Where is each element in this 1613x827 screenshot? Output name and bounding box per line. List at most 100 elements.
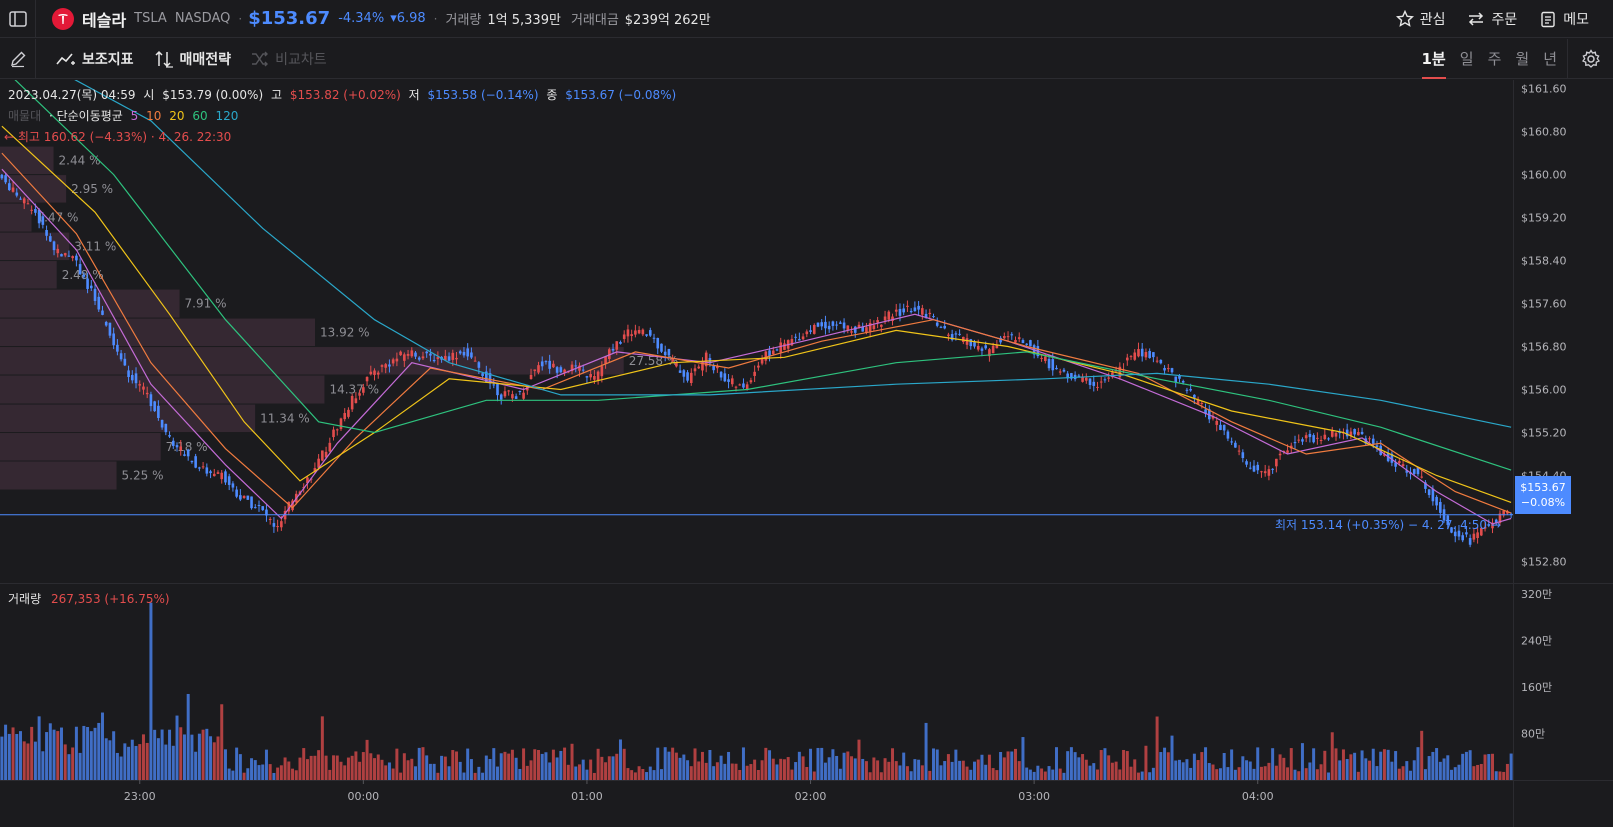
period-month[interactable]: 월 — [1515, 39, 1529, 79]
period-day[interactable]: 일 — [1460, 39, 1474, 79]
volume-bar — [235, 747, 239, 780]
candle-body — [335, 429, 339, 431]
candle-body — [1133, 352, 1137, 360]
volume-bar — [1095, 769, 1099, 780]
moving-average-legend[interactable]: 매물대 · 단순이동평균 5 10 20 60 120 — [8, 107, 242, 124]
candle-body — [678, 370, 682, 373]
candle-body — [1003, 335, 1006, 339]
order-button[interactable]: 주문 — [1467, 9, 1517, 29]
candle-body — [872, 325, 876, 330]
volume-bar — [86, 727, 90, 780]
candle-body — [887, 311, 891, 320]
volume-bar — [984, 764, 988, 780]
volume-bar — [727, 751, 731, 780]
candle-body — [507, 390, 510, 392]
candle-body — [1234, 442, 1237, 448]
volume-bar — [481, 772, 485, 780]
candle-body — [119, 353, 123, 360]
memo-button[interactable]: 메모 — [1539, 9, 1589, 29]
ma-title: · 단순이동평균 — [48, 109, 123, 123]
candle-body — [842, 322, 846, 329]
volume-bar — [410, 758, 414, 780]
price-chart[interactable]: 2.44 %2.95 %1.47 %3.11 %2.48 %7.91 %13.9… — [0, 80, 1613, 827]
volume-bar — [346, 757, 350, 780]
candle-body — [1327, 438, 1330, 440]
volume-bar — [108, 740, 112, 780]
candle-body — [1252, 465, 1256, 472]
candle-body — [250, 496, 253, 509]
volume-bar — [1163, 747, 1167, 780]
volume-profile-bar — [0, 232, 70, 261]
volume-bar — [745, 765, 749, 780]
volume-bar — [223, 749, 227, 780]
candle-body — [917, 305, 920, 310]
candle-body — [630, 334, 633, 336]
candle-body — [559, 367, 563, 373]
volume-bar — [544, 752, 548, 780]
volume-bar — [577, 764, 581, 780]
candle-body — [749, 380, 753, 383]
candle-body — [1330, 430, 1334, 437]
volume-bar — [179, 727, 183, 780]
volume-bar — [1051, 769, 1055, 780]
candle-body — [362, 387, 365, 393]
volume-bar — [1092, 763, 1096, 780]
candle-body — [388, 364, 391, 367]
drawing-tool-button[interactable] — [0, 38, 36, 79]
strategy-button[interactable]: 매매전략 — [154, 49, 231, 69]
candle-body — [164, 423, 168, 433]
volume-bar — [1282, 757, 1286, 780]
amount-label: 거래대금 — [570, 13, 619, 28]
volume-bar — [712, 766, 716, 780]
volume-bar — [1304, 768, 1308, 780]
low-value: $153.58 (−0.14%) — [427, 88, 539, 102]
volume-bar — [1319, 764, 1323, 780]
candle-body — [809, 330, 812, 332]
volume-bar — [212, 742, 216, 780]
candle-body — [645, 334, 648, 336]
sidebar-icon — [8, 10, 27, 27]
volume-bar — [723, 763, 727, 780]
period-1min[interactable]: 1분 — [1421, 39, 1447, 79]
volume-bar — [671, 747, 675, 780]
volume-profile-label: 13.92 % — [320, 325, 370, 339]
volume-profile-bar — [0, 433, 161, 461]
candle-body — [667, 348, 671, 356]
candle-body — [827, 325, 831, 330]
volume-bar — [302, 748, 306, 780]
candle-body — [660, 343, 663, 352]
candle-body — [1155, 360, 1159, 362]
volume-bar — [1498, 771, 1502, 780]
sidebar-toggle-button[interactable] — [0, 0, 36, 38]
candle-body — [965, 338, 969, 345]
stock-name[interactable]: 테슬라 — [82, 7, 126, 31]
volume-bar — [1308, 762, 1312, 780]
volume-bar — [1189, 767, 1193, 780]
volume-bar — [387, 762, 391, 780]
candle-body — [1006, 336, 1010, 338]
volume-bar — [1263, 766, 1267, 780]
volume-bar — [734, 763, 738, 780]
candle-body — [820, 322, 824, 327]
candle-body — [451, 352, 455, 360]
compare-chart-button[interactable]: 비교차트 — [251, 49, 327, 69]
volume-bar — [1334, 748, 1338, 780]
candle-body — [1260, 471, 1263, 473]
candle-body — [1010, 334, 1014, 336]
period-year[interactable]: 년 — [1543, 39, 1557, 79]
candle-body — [49, 236, 52, 242]
watch-button[interactable]: 관심 — [1395, 9, 1445, 29]
volume-bar — [97, 722, 101, 780]
volume-bar — [250, 758, 254, 780]
volume-bar — [503, 751, 507, 780]
candle-body — [1181, 380, 1185, 383]
indicator-line-icon — [56, 52, 75, 65]
chart-settings-button[interactable] — [1567, 39, 1613, 79]
volume-bar — [1483, 754, 1487, 780]
indicators-button[interactable]: 보조지표 — [56, 49, 134, 69]
period-week[interactable]: 주 — [1488, 39, 1502, 79]
volume-bar — [708, 750, 712, 780]
volume-bar — [537, 750, 540, 780]
candle-body — [365, 376, 369, 382]
candle-body — [421, 356, 425, 359]
